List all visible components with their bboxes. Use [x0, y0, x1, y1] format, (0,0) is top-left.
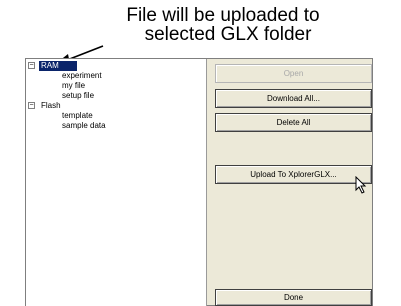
collapse-flash-icon[interactable]: −: [28, 102, 35, 109]
action-panel: Open Download All... Delete All Upload T…: [207, 59, 372, 306]
tree-label-ram[interactable]: RAM: [39, 61, 77, 71]
open-button[interactable]: Open: [215, 64, 372, 83]
tree-item-label[interactable]: setup file: [62, 91, 94, 101]
tree-item-label[interactable]: template: [62, 111, 93, 121]
tree-label-flash[interactable]: Flash: [41, 101, 61, 111]
folder-tree[interactable]: − RAM experiment my file setup file − Fl…: [26, 59, 207, 306]
tree-item-label[interactable]: my file: [62, 81, 85, 91]
mouse-pointer-icon: [355, 176, 367, 194]
collapse-ram-icon[interactable]: −: [28, 62, 35, 69]
upload-to-xplorerglx-button[interactable]: Upload To XplorerGLX...: [215, 165, 372, 184]
download-all-button[interactable]: Download All...: [215, 89, 372, 108]
file-manager-window: − RAM experiment my file setup file − Fl…: [25, 58, 373, 306]
done-button[interactable]: Done: [215, 289, 372, 306]
tree-item-label[interactable]: experiment: [62, 71, 102, 81]
delete-all-button[interactable]: Delete All: [215, 113, 372, 132]
tree-item-label[interactable]: sample data: [62, 121, 106, 131]
